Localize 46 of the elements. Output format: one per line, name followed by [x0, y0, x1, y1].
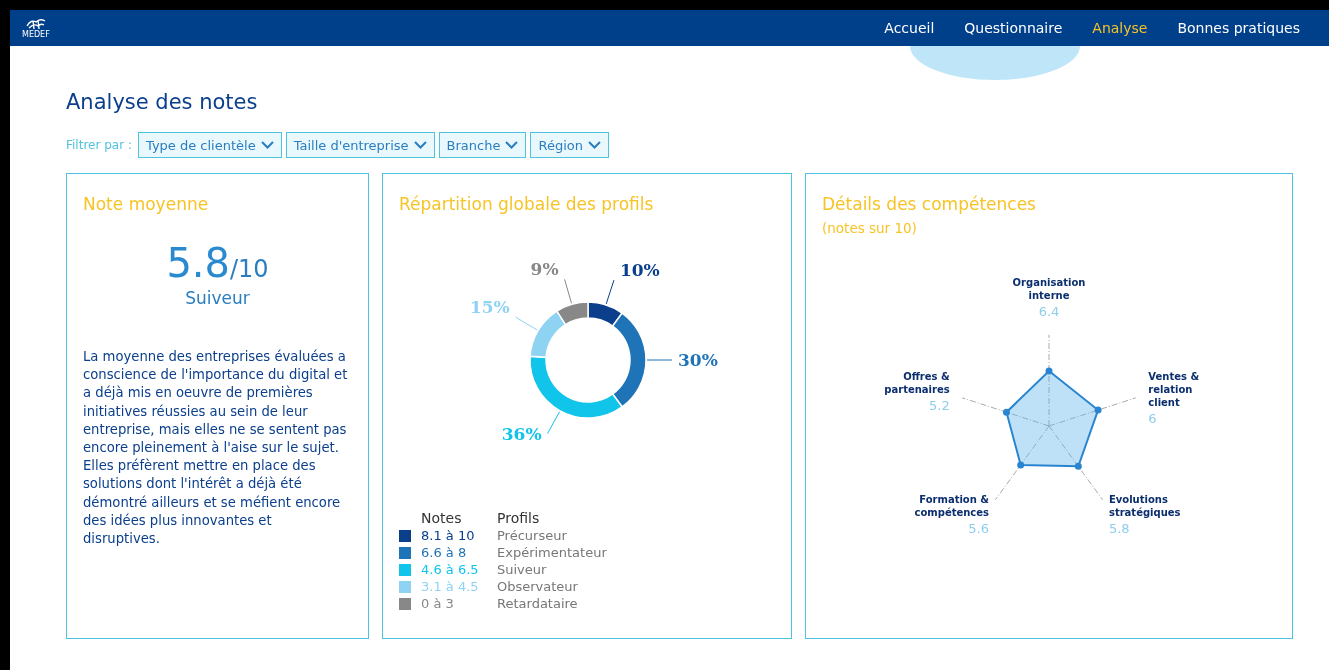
score-scale: /10	[230, 255, 269, 283]
axis-label: Evolutions stratégiques	[1108, 493, 1181, 518]
page-title: Analyse des notes	[66, 90, 259, 114]
profile-name: Suiveur	[184, 288, 251, 308]
legend-profile: Expérimentateur	[497, 545, 608, 560]
axis-label: Organisation interne	[1012, 277, 1086, 301]
percent-label: 36%	[501, 423, 542, 444]
percent-label: 10%	[619, 260, 660, 281]
legend-profile: Observateur	[497, 579, 579, 594]
legend-profile: Précurseur	[497, 528, 568, 543]
card-subtitle: (notes sur 10)	[822, 220, 918, 236]
nav-link[interactable]: Analyse	[1077, 20, 1163, 36]
legend-header: Notes	[421, 510, 463, 526]
percent-label: 9%	[530, 259, 559, 280]
axis-label: Formation & compétences	[914, 493, 990, 518]
legend-range: 6.6 à 8	[421, 545, 468, 560]
axis-label: Offres & partenaires	[884, 371, 950, 396]
score-value: 5.8	[166, 240, 230, 286]
description-text: La moyenne des entreprises évaluées a conscience de l'importance du digital et a déjà mis en oeuvre de premières initiatives réussies au sein de leur entreprise, mais elles ne se sentent pas encore pleinement à l'aise sur le sujet. Elles préfèrent mettre en place des solutions dont l'intérêt a déjà été démontré ailleurs et se méfient encore des idées plus innovantes et disruptives.	[83, 348, 349, 549]
axis-value: 6	[1148, 411, 1157, 427]
axis-value: 5.2	[929, 398, 950, 414]
logo-text: MEDEF	[22, 31, 50, 39]
legend-range: 3.1 à 4.5	[421, 579, 480, 594]
legend-profile: Suiveur	[497, 562, 548, 577]
legend-range: 0 à 3	[421, 596, 455, 611]
axis-label: Ventes & relation client	[1148, 371, 1200, 409]
legend-header: Profils	[497, 510, 541, 526]
nav-link[interactable]: Accueil	[869, 20, 950, 36]
filter-dropdown[interactable]: Région	[530, 132, 609, 158]
percent-label: 30%	[678, 350, 718, 370]
legend-profile: Retardataire	[497, 596, 579, 611]
axis-value: 6.4	[1038, 304, 1060, 319]
percent-label: 15%	[469, 297, 510, 318]
filter-dropdown[interactable]: Taille d'entreprise	[285, 132, 435, 158]
card-title: Note moyenne	[83, 194, 210, 214]
legend-range: 8.1 à 10	[421, 528, 476, 543]
filter-label: Filtrer par :	[66, 138, 132, 152]
axis-value: 5.8	[1108, 520, 1130, 536]
card-title: Détails des compétences	[822, 194, 1037, 214]
nav-link[interactable]: Questionnaire	[949, 20, 1078, 36]
filter-dropdown[interactable]: Type de clientèle	[137, 132, 282, 158]
legend-range: 4.6 à 6.5	[421, 562, 480, 577]
axis-value: 5.6	[968, 520, 990, 536]
nav-link[interactable]: Bonnes pratiques	[1162, 20, 1315, 36]
filter-dropdown[interactable]: Branche	[438, 132, 527, 158]
card-title: Répartition globale des profils	[399, 194, 655, 214]
